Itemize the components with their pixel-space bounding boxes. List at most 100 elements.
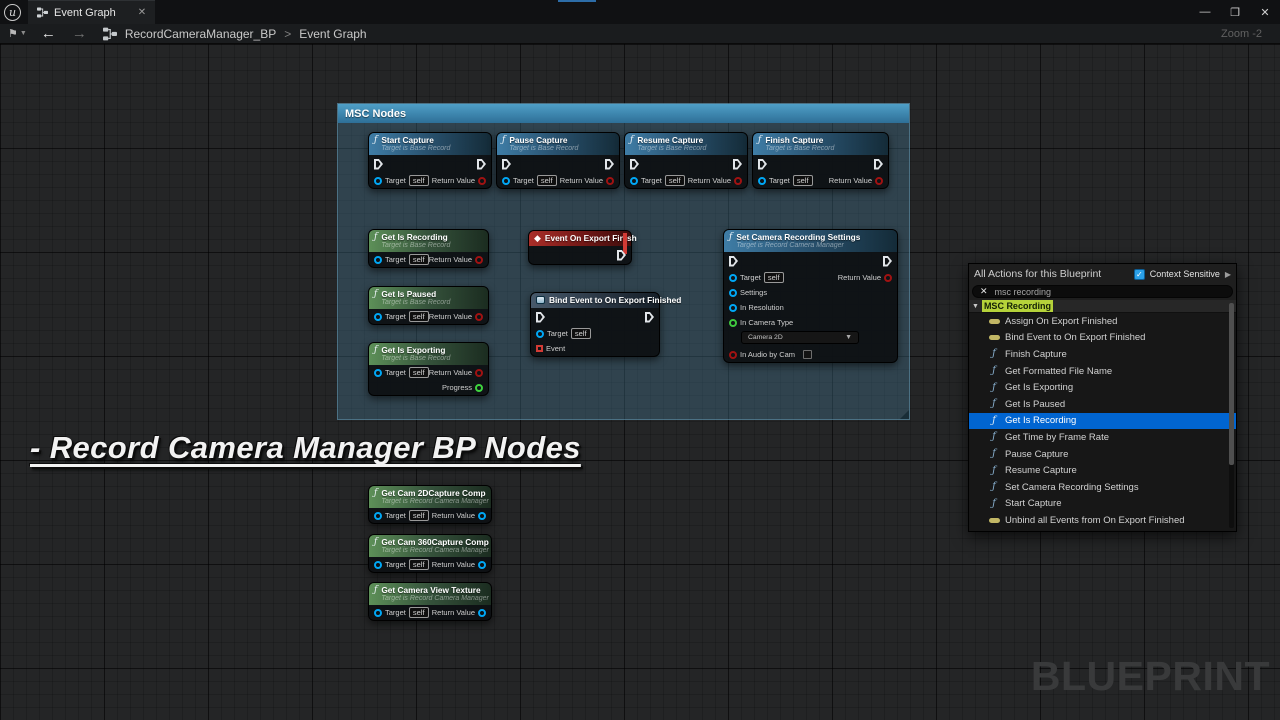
comment-resize-handle[interactable]: [900, 410, 909, 419]
back-button[interactable]: ←: [41, 26, 56, 41]
panel-scrollbar-thumb[interactable]: [1229, 303, 1234, 465]
self-editbox[interactable]: self: [409, 510, 429, 521]
action-item-get-time-by-frame-rate[interactable]: ƒGet Time by Frame Rate: [969, 429, 1236, 446]
exec-pin[interactable]: [477, 159, 486, 170]
actions-search-bar[interactable]: ✕: [972, 285, 1233, 298]
pause-capture-node[interactable]: ƒPause CaptureTarget is Base RecordTarge…: [496, 132, 620, 189]
get-cam-360capture-comp-node[interactable]: ƒGet Cam 360Capture CompTarget is Record…: [368, 534, 492, 573]
bool-pin[interactable]: [606, 177, 614, 185]
actions-search-input[interactable]: [995, 287, 1225, 297]
self-editbox[interactable]: self: [409, 311, 429, 322]
object-pin[interactable]: [536, 330, 544, 338]
object-pin[interactable]: [478, 561, 486, 569]
node-header[interactable]: ƒStart CaptureTarget is Base Record: [369, 133, 491, 155]
pin-checkbox[interactable]: [803, 350, 812, 359]
action-item-bind-event-to-on-export-finished[interactable]: Bind Event to On Export Finished: [969, 330, 1236, 347]
self-editbox[interactable]: self: [764, 272, 784, 283]
bool-pin[interactable]: [475, 256, 483, 264]
node-header[interactable]: ƒGet Camera View TextureTarget is Record…: [369, 583, 491, 605]
node-header[interactable]: ◆Event On Export Finish: [529, 231, 631, 246]
resume-capture-node[interactable]: ƒResume CaptureTarget is Base RecordTarg…: [624, 132, 748, 189]
node-header[interactable]: ƒGet Is ExportingTarget is Base Record: [369, 343, 488, 365]
object-pin[interactable]: [374, 561, 382, 569]
node-header[interactable]: Bind Event to On Export Finished: [531, 293, 659, 308]
action-item-get-formatted-file-name[interactable]: ƒGet Formatted File Name: [969, 363, 1236, 380]
enum-pin[interactable]: [729, 319, 737, 327]
clear-search-icon[interactable]: ✕: [980, 287, 988, 296]
finish-capture-node[interactable]: ƒFinish CaptureTarget is Base RecordTarg…: [752, 132, 889, 189]
self-editbox[interactable]: self: [409, 175, 429, 186]
forward-button[interactable]: →: [72, 26, 87, 41]
expand-arrow-icon[interactable]: ▶: [1225, 270, 1231, 279]
self-editbox[interactable]: self: [409, 607, 429, 618]
node-header[interactable]: ƒGet Cam 360Capture CompTarget is Record…: [369, 535, 491, 557]
self-editbox[interactable]: self: [571, 328, 591, 339]
node-header[interactable]: ƒPause CaptureTarget is Base Record: [497, 133, 619, 155]
event-on-export-finish-node[interactable]: ◆Event On Export Finish: [528, 230, 632, 265]
category-row-msc-recording[interactable]: ▼ MSC Recording: [969, 300, 1236, 313]
get-camera-view-texture-node[interactable]: ƒGet Camera View TextureTarget is Record…: [368, 582, 492, 621]
self-editbox[interactable]: self: [793, 175, 813, 186]
object-pin[interactable]: [374, 313, 382, 321]
self-editbox[interactable]: self: [409, 559, 429, 570]
node-header[interactable]: ƒFinish CaptureTarget is Base Record: [753, 133, 888, 155]
self-editbox[interactable]: self: [409, 367, 429, 378]
tab-event-graph[interactable]: Event Graph ✕: [28, 0, 155, 24]
exec-pin[interactable]: [758, 159, 767, 170]
comment-header[interactable]: MSC Nodes: [338, 104, 909, 123]
get-is-paused-node[interactable]: ƒGet Is PausedTarget is Base RecordTarge…: [368, 286, 489, 325]
object-pin[interactable]: [502, 177, 510, 185]
object-pin[interactable]: [478, 609, 486, 617]
node-header[interactable]: ƒGet Cam 2DCapture CompTarget is Record …: [369, 486, 491, 508]
start-capture-node[interactable]: ƒStart CaptureTarget is Base RecordTarge…: [368, 132, 492, 189]
exec-pin[interactable]: [645, 312, 654, 323]
breadcrumb-asset[interactable]: RecordCameraManager_BP: [125, 27, 276, 41]
get-cam-2dcapture-comp-node[interactable]: ƒGet Cam 2DCapture CompTarget is Record …: [368, 485, 492, 524]
action-item-get-is-recording[interactable]: ƒGet Is Recording: [969, 413, 1236, 430]
action-item-finish-capture[interactable]: ƒFinish Capture: [969, 346, 1236, 363]
exec-pin[interactable]: [374, 159, 383, 170]
chevron-down-icon[interactable]: ▼: [20, 30, 27, 37]
close-button[interactable]: ✕: [1250, 1, 1280, 23]
object-pin[interactable]: [729, 289, 737, 297]
action-item-resume-capture[interactable]: ƒResume Capture: [969, 462, 1236, 479]
action-item-start-capture[interactable]: ƒStart Capture: [969, 496, 1236, 513]
object-pin[interactable]: [374, 369, 382, 377]
set-camera-recording-settings-node[interactable]: ƒSet Camera Recording SettingsTarget is …: [723, 229, 898, 363]
node-header[interactable]: ƒSet Camera Recording SettingsTarget is …: [724, 230, 897, 252]
bind-event-to-on-export-finished-node[interactable]: Bind Event to On Export FinishedTargetse…: [530, 292, 660, 357]
action-item-pause-capture[interactable]: ƒPause Capture: [969, 446, 1236, 463]
bool-pin[interactable]: [729, 351, 737, 359]
restore-button[interactable]: ❐: [1220, 1, 1250, 23]
exec-pin[interactable]: [630, 159, 639, 170]
bool-pin[interactable]: [478, 177, 486, 185]
exec-pin[interactable]: [617, 250, 626, 261]
action-item-assign-on-export-finished[interactable]: Assign On Export Finished: [969, 313, 1236, 330]
node-header[interactable]: ƒResume CaptureTarget is Base Record: [625, 133, 747, 155]
object-pin[interactable]: [478, 512, 486, 520]
exec-pin[interactable]: [729, 256, 738, 267]
action-item-unbind-all-events-from-on-export-finished[interactable]: Unbind all Events from On Export Finishe…: [969, 512, 1236, 529]
action-item-set-camera-recording-settings[interactable]: ƒSet Camera Recording Settings: [969, 479, 1236, 496]
bool-pin[interactable]: [734, 177, 742, 185]
exec-pin[interactable]: [605, 159, 614, 170]
panel-scrollbar[interactable]: [1229, 303, 1234, 528]
exec-pin[interactable]: [883, 256, 892, 267]
action-item-get-is-exporting[interactable]: ƒGet Is Exporting: [969, 379, 1236, 396]
context-sensitive-checkbox[interactable]: ✓: [1134, 269, 1145, 280]
object-pin[interactable]: [374, 256, 382, 264]
float-pin[interactable]: [475, 384, 483, 392]
exec-pin[interactable]: [502, 159, 511, 170]
delegate-pin[interactable]: [536, 345, 543, 352]
object-pin[interactable]: [630, 177, 638, 185]
self-editbox[interactable]: self: [409, 254, 429, 265]
bool-pin[interactable]: [884, 274, 892, 282]
object-pin[interactable]: [758, 177, 766, 185]
category-expander-icon[interactable]: ▼: [972, 303, 979, 310]
object-pin[interactable]: [729, 304, 737, 312]
bool-pin[interactable]: [475, 313, 483, 321]
bool-pin[interactable]: [475, 369, 483, 377]
object-pin[interactable]: [374, 512, 382, 520]
self-editbox[interactable]: self: [665, 175, 685, 186]
minimize-button[interactable]: —: [1190, 1, 1220, 23]
